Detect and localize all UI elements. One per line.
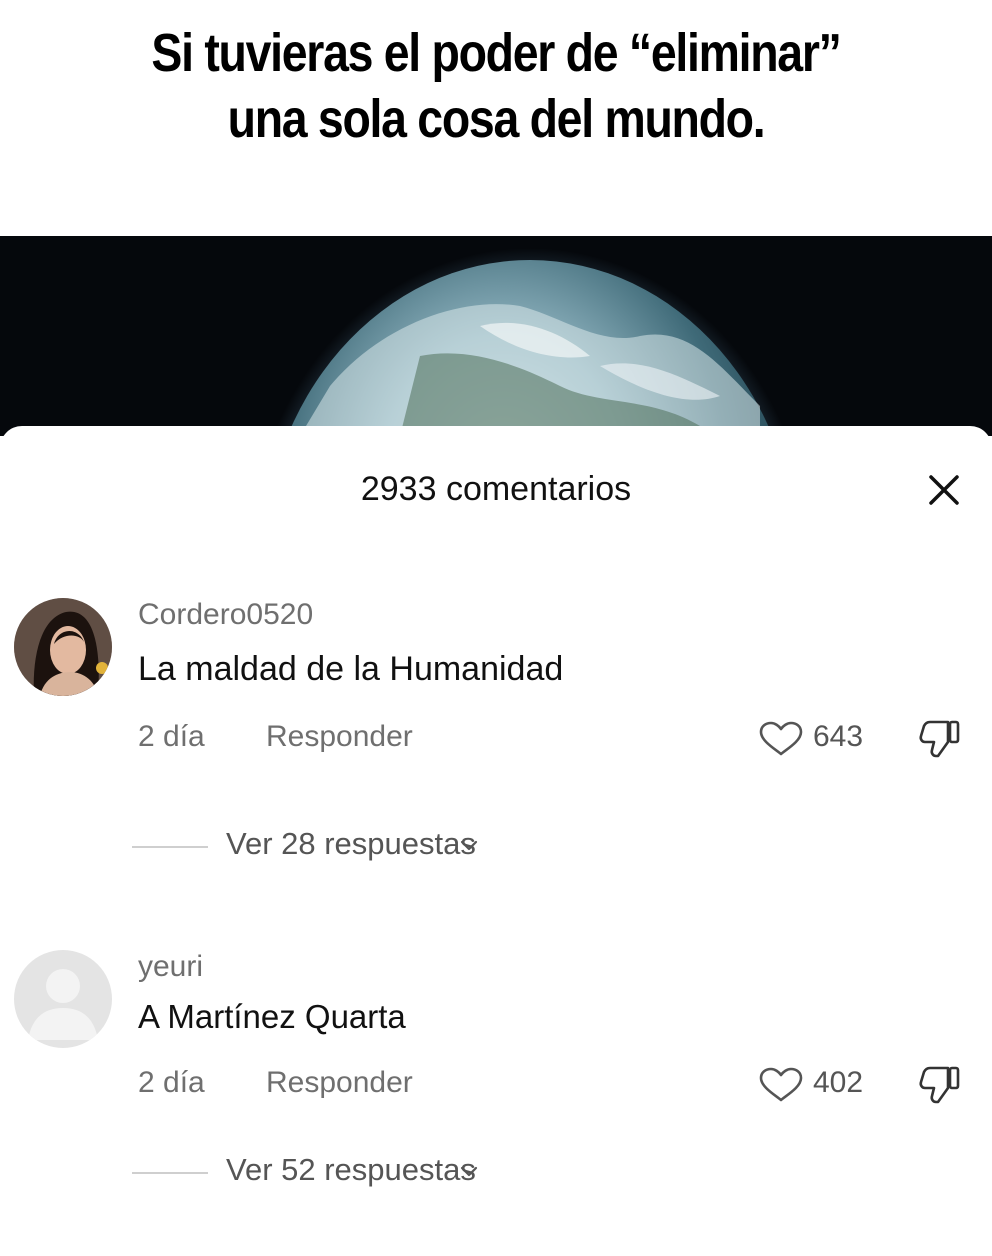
default-avatar-icon [14, 950, 112, 1048]
view-replies-button[interactable]: Ver 28 respuestas [132, 824, 732, 868]
meme-caption-line-2: una sola cosa del mundo. [227, 89, 766, 149]
replies-divider [132, 1172, 208, 1174]
close-button[interactable] [926, 472, 962, 508]
comment-username[interactable]: yeuri [138, 950, 203, 984]
comment-count-title: 2933 comentarios [360, 470, 632, 508]
reply-button[interactable]: Responder [266, 720, 413, 754]
comment-time: 2 día [138, 720, 205, 753]
comment-item: yeuri A Martínez Quarta 2 día Responder … [0, 936, 992, 1256]
video-frame[interactable] [0, 236, 992, 436]
view-replies-button[interactable]: Ver 52 respuestas [132, 1150, 732, 1194]
meme-caption: Si tuvieras el poder de “eliminar” una s… [69, 20, 922, 152]
like-button[interactable]: 402 [755, 1062, 885, 1106]
view-replies-label: Ver 52 respuestas [226, 1152, 476, 1187]
close-icon [929, 475, 959, 505]
comment-text: A Martínez Quarta [138, 998, 406, 1035]
like-count: 643 [813, 720, 864, 753]
thumbs-down-icon [919, 1066, 960, 1104]
reply-button[interactable]: Responder [266, 1066, 413, 1100]
comment-item: Cordero0520 La maldad de la Humanidad 2 … [0, 584, 992, 904]
earth-image [272, 248, 788, 436]
dislike-button[interactable] [918, 716, 966, 760]
comment-text: La maldad de la Humanidad [138, 650, 564, 688]
user-photo-icon [14, 598, 112, 696]
heart-icon [759, 1067, 803, 1102]
avatar[interactable] [14, 598, 112, 696]
chevron-down-icon [460, 1166, 478, 1177]
like-count: 402 [813, 1066, 864, 1099]
meme-caption-line-1: Si tuvieras el poder de “eliminar” [151, 23, 841, 83]
comments-sheet: 2933 comentarios Cordero0520 La maldad d… [0, 426, 992, 1200]
comment-username[interactable]: Cordero0520 [138, 598, 313, 632]
view-replies-label: Ver 28 respuestas [226, 826, 476, 861]
avatar[interactable] [14, 950, 112, 1048]
comments-header: 2933 comentarios [0, 426, 992, 556]
comment-time: 2 día [138, 1066, 205, 1099]
heart-icon [759, 721, 803, 756]
dislike-button[interactable] [918, 1062, 966, 1106]
thumbs-down-icon [919, 720, 960, 758]
replies-divider [132, 846, 208, 848]
like-button[interactable]: 643 [755, 716, 885, 760]
chevron-down-icon [460, 840, 478, 851]
